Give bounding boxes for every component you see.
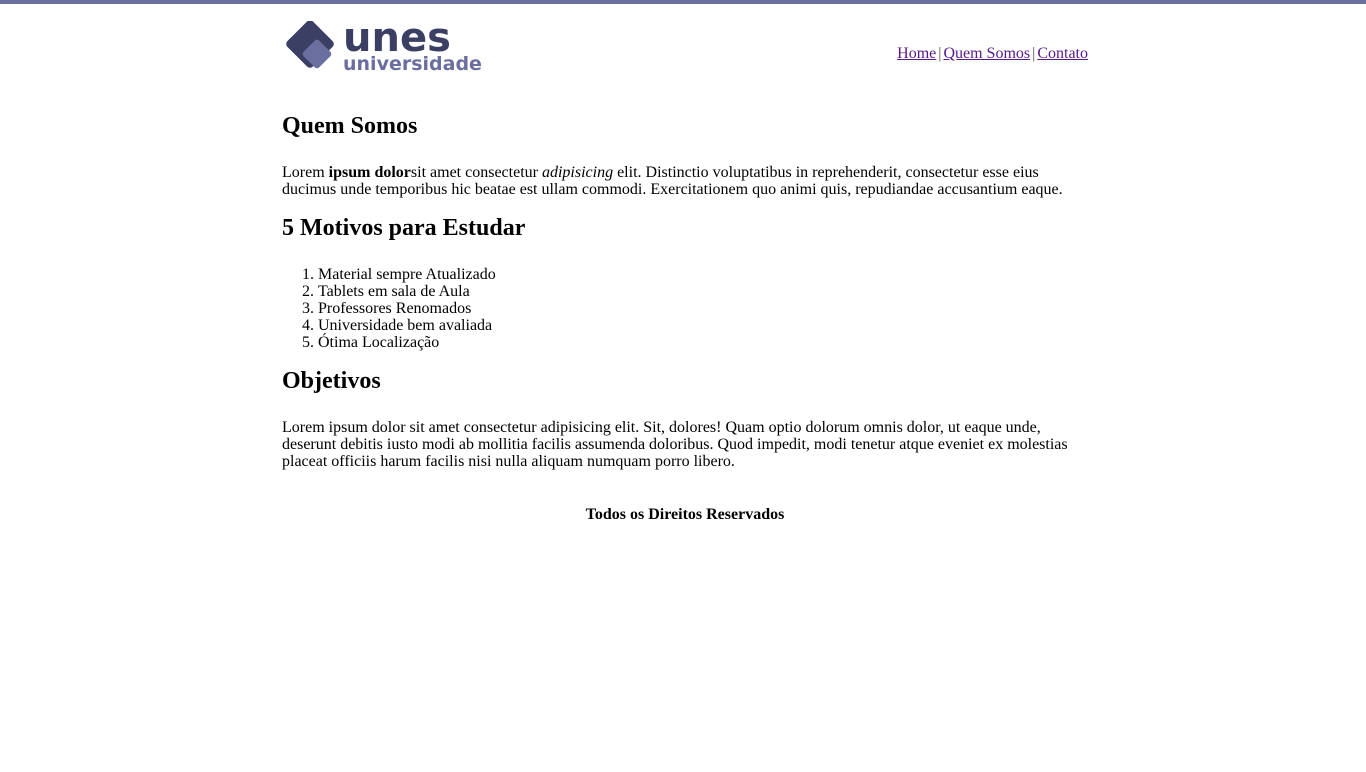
quem-somos-paragraph: Lorem ipsum dolorsit amet consectetur ad… [282, 164, 1088, 198]
page-container: unes universidade Home | Quem Somos | Contat… [282, 4, 1088, 523]
site-footer: Todos os Direitos Reservados [282, 506, 1088, 523]
text-fragment: sit amet consectetur [410, 164, 542, 181]
site-header: unes universidade Home | Quem Somos | Contat… [282, 4, 1088, 78]
list-item: Material sempre Atualizado [318, 266, 1088, 283]
nav-separator: | [1032, 45, 1036, 62]
logo-wordmark: unes [343, 15, 451, 61]
list-item: Professores Renomados [318, 300, 1088, 317]
nav-link-contato[interactable]: Contato [1037, 45, 1088, 62]
nav-link-home[interactable]: Home [897, 45, 936, 62]
list-item: Ótima Localização [318, 334, 1088, 351]
text-fragment: Lorem [282, 164, 329, 181]
nav-separator: | [938, 45, 942, 62]
motivos-list: Material sempre Atualizado Tablets em sa… [282, 266, 1088, 351]
section-title-quem-somos: Quem Somos [282, 113, 418, 139]
main-navigation: Home | Quem Somos | Contato [897, 45, 1088, 63]
objetivos-paragraph: Lorem ipsum dolor sit amet consectetur a… [282, 419, 1068, 470]
list-item: Universidade bem avaliada [318, 317, 1088, 334]
unes-logo[interactable]: unes universidade [282, 15, 482, 77]
bold-text: ipsum dolor [328, 164, 411, 181]
section-title-motivos: 5 Motivos para Estudar [282, 215, 526, 241]
copyright-text: Todos os Direitos Reservados [585, 506, 785, 523]
logo-subtitle: universidade [343, 53, 482, 75]
nav-link-quem-somos[interactable]: Quem Somos [943, 45, 1030, 62]
main-content: Quem Somos Lorem ipsum dolorsit amet con… [282, 112, 1088, 470]
italic-text: adipisicing [541, 164, 614, 181]
logo-diamond-icon [286, 21, 334, 69]
list-item: Tablets em sala de Aula [318, 283, 1088, 300]
section-title-objetivos: Objetivos [282, 368, 381, 394]
